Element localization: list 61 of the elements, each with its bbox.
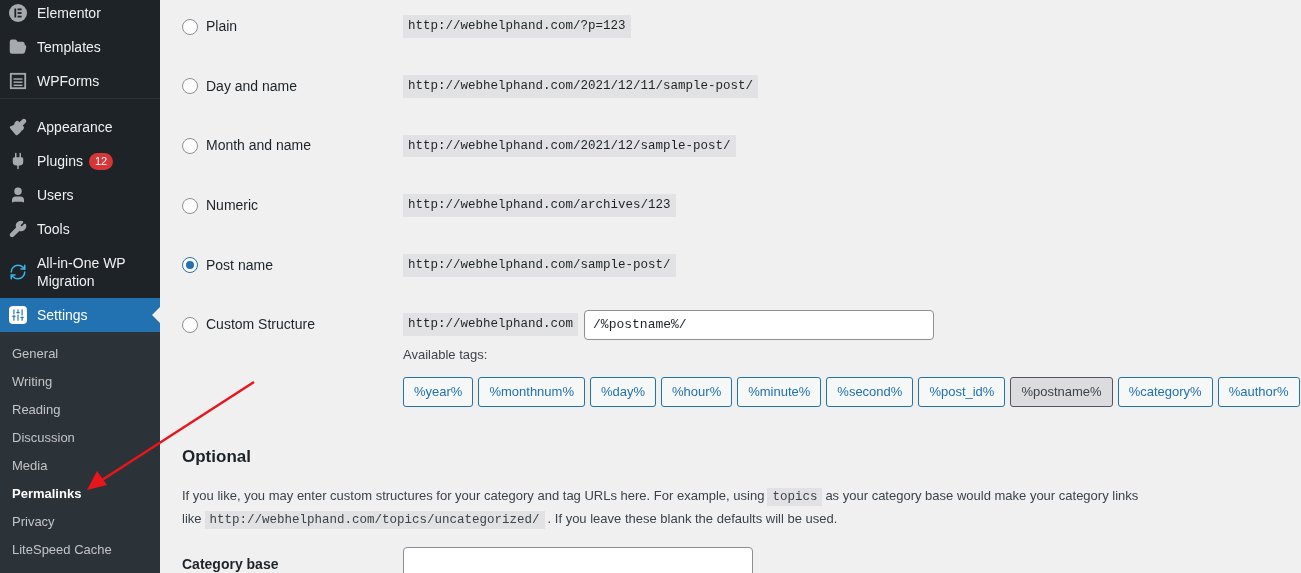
tag-button[interactable]: %post_id%: [918, 377, 1006, 408]
option-label: Post name: [206, 255, 273, 275]
submenu-item[interactable]: LiteSpeed Cache: [0, 536, 160, 564]
sidebar-item[interactable]: Elementor: [0, 0, 160, 30]
structure-field[interactable]: /%postname%/: [584, 309, 935, 340]
tag-button[interactable]: %year%: [403, 377, 474, 408]
radio-button[interactable]: [182, 78, 198, 95]
submenu-item[interactable]: Privacy: [0, 508, 160, 536]
example-url: http://webhelphand.com/2021/12/11/sample-post/: [403, 75, 759, 98]
tag-button[interactable]: %postname%: [1010, 377, 1113, 408]
tag-button[interactable]: %hour%: [661, 377, 733, 408]
submenu-item[interactable]: Reading: [0, 396, 160, 424]
field-label: Category base: [182, 554, 280, 573]
folder-icon: [9, 38, 27, 56]
radio-button[interactable]: [182, 138, 198, 154]
tags-label: Available tags:: [403, 345, 489, 364]
tag-button[interactable]: %second%: [826, 377, 914, 408]
url-prefix: http://webhelphand.com: [403, 313, 579, 337]
option-label: Day and name: [206, 76, 298, 96]
section-description: If you like, you may enter custom structures for your category and tag URLs here. For example, using topics as your category base would make your category links like http://webhelphand.com/topics/uncategorized/ . If you leave these blank the defaults will be used.: [182, 486, 1140, 531]
paintbrush-icon: [9, 118, 27, 136]
submenu-item[interactable]: Media: [0, 452, 160, 480]
text-field[interactable]: [403, 546, 753, 573]
submenu-item[interactable]: Permalinks: [0, 480, 160, 508]
tag-button[interactable]: %day%: [589, 377, 657, 408]
form-icon: [9, 72, 27, 90]
tag-button[interactable]: %category%: [1117, 377, 1213, 408]
radio-button[interactable]: [182, 18, 198, 35]
option-label: Plain: [206, 17, 238, 37]
wrench-icon: [9, 220, 27, 238]
count-badge: 12: [88, 152, 114, 170]
radio-button[interactable]: [182, 197, 198, 214]
example-url: http://webhelphand.com/2021/12/sample-post/: [403, 134, 736, 158]
example-url: http://webhelphand.com/archives/123: [403, 194, 676, 217]
sidebar-item[interactable]: Settings: [0, 298, 160, 332]
current-pointer-icon: [152, 307, 160, 323]
tag-button[interactable]: %author%: [1217, 377, 1300, 408]
refresh-icon: [9, 263, 27, 281]
sidebar-item[interactable]: Users: [0, 178, 160, 212]
example-url: http://webhelphand.com/sample-post/: [403, 253, 676, 277]
user-icon: [9, 186, 27, 204]
radio-button[interactable]: [182, 316, 198, 333]
radio-button[interactable]: [182, 257, 198, 274]
section-heading: Optional: [182, 446, 252, 469]
sidebar-item[interactable]: Tools: [0, 212, 160, 246]
submenu-item[interactable]: Writing: [0, 368, 160, 396]
submenu-item[interactable]: Discussion: [0, 424, 160, 452]
option-label: Month and name: [206, 136, 312, 156]
sidebar-item[interactable]: Plugins 12: [0, 144, 160, 178]
sidebar-item[interactable]: Templates: [0, 30, 160, 64]
sidebar-item[interactable]: WPForms: [0, 64, 160, 98]
tag-button[interactable]: %minute%: [737, 377, 822, 408]
option-label: Numeric: [206, 196, 259, 216]
tag-button[interactable]: %monthnum%: [478, 377, 585, 408]
submenu-item[interactable]: General: [0, 340, 160, 368]
option-label: Custom Structure: [206, 315, 315, 335]
settings-icon: [9, 306, 27, 324]
sidebar-item[interactable]: All-in-One WP Migration: [0, 246, 160, 298]
elementor-icon: [9, 4, 27, 22]
example-url: http://webhelphand.com/?p=123: [403, 15, 631, 39]
sidebar-item[interactable]: Appearance: [0, 98, 160, 144]
